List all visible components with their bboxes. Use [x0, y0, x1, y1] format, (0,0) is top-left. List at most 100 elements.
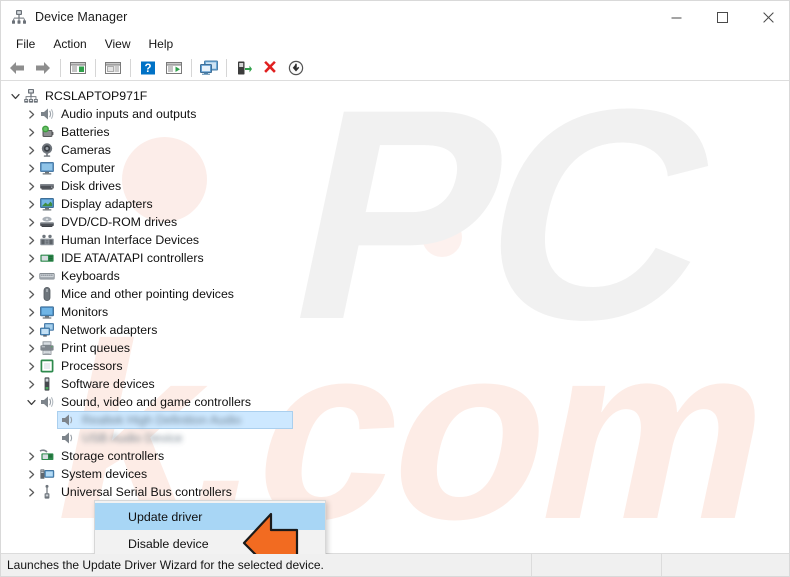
menu-help[interactable]: Help [140, 35, 183, 53]
tree-item-human-interface-devices[interactable]: Human Interface Devices [2, 231, 789, 249]
computer-root-icon [23, 88, 39, 104]
tree-item-disk-drives[interactable]: Disk drives [2, 177, 789, 195]
device-tree-pane[interactable]: PC k.com RCSLAPTOP971F Audio inputs and … [2, 82, 789, 554]
window-controls [653, 1, 789, 33]
chevron-right-icon[interactable] [24, 287, 39, 302]
close-button[interactable] [745, 1, 789, 33]
tree-item-audio-inputs-and-outputs[interactable]: Audio inputs and outputs [2, 105, 789, 123]
ctx-update-driver[interactable]: Update driver [95, 503, 325, 530]
chevron-right-icon[interactable] [24, 323, 39, 338]
chevron-right-icon[interactable] [24, 305, 39, 320]
toolbar-uninstall-button[interactable] [257, 56, 283, 80]
maximize-button[interactable] [699, 1, 745, 33]
status-bar: Launches the Update Driver Wizard for th… [1, 553, 789, 576]
chevron-right-icon[interactable] [24, 467, 39, 482]
window-title: Device Manager [35, 10, 128, 24]
tree-item-label: Cameras [61, 143, 111, 157]
help-icon: ? [141, 61, 155, 75]
chevron-right-icon[interactable] [24, 269, 39, 284]
keyboard-icon [39, 268, 55, 284]
toolbar-scan-hardware-button[interactable] [161, 56, 187, 80]
tree-item-label: Computer [61, 161, 115, 175]
tree-item-system-devices[interactable]: System devices [2, 465, 789, 483]
back-arrow-icon [10, 61, 24, 74]
device-manager-icon [11, 9, 27, 25]
tree-item-sound-video-and-game-controllers[interactable]: Sound, video and game controllers [2, 393, 789, 411]
chevron-right-icon[interactable] [24, 359, 39, 374]
toolbar-disable-device-button[interactable] [283, 56, 309, 80]
chevron-right-icon[interactable] [24, 485, 39, 500]
toolbar-update-driver-button[interactable] [231, 56, 257, 80]
chevron-right-icon[interactable] [24, 197, 39, 212]
context-menu[interactable]: Update driver Disable device Uninstall d… [94, 500, 326, 554]
tree-item-print-queues[interactable]: Print queues [2, 339, 789, 357]
battery-icon [39, 124, 55, 140]
status-bar-text: Launches the Update Driver Wizard for th… [7, 558, 324, 572]
speaker-icon [60, 430, 76, 446]
menu-file[interactable]: File [7, 35, 44, 53]
tree-item-dvd-cd-rom-drives[interactable]: DVD/CD-ROM drives [2, 213, 789, 231]
tree-item-mice-and-other-pointing-devices[interactable]: Mice and other pointing devices [2, 285, 789, 303]
status-bar-panel-1 [531, 553, 661, 576]
ctx-disable-device[interactable]: Disable device [95, 530, 325, 554]
show-hide-console-tree-icon [70, 61, 86, 74]
tree-item-network-adapters[interactable]: Network adapters [2, 321, 789, 339]
tree-item-universal-serial-bus-controllers[interactable]: Universal Serial Bus controllers [2, 483, 789, 501]
toolbar-display-button[interactable] [196, 56, 222, 80]
uninstall-device-icon [264, 60, 276, 73]
toolbar-forward-button[interactable] [30, 56, 56, 80]
tree-item-label: Print queues [61, 341, 131, 355]
tree-item-cameras[interactable]: Cameras [2, 141, 789, 159]
chevron-right-icon[interactable] [24, 143, 39, 158]
minimize-button[interactable] [653, 1, 699, 33]
tree-item-software-devices[interactable]: Software devices [2, 375, 789, 393]
chevron-down-icon[interactable] [8, 89, 23, 104]
toolbar-separator [191, 58, 192, 77]
tree-item-computer[interactable]: Computer [2, 159, 789, 177]
chevron-right-icon[interactable] [24, 233, 39, 248]
display-adapter-icon [39, 196, 55, 212]
tree-item-ide-ata-atapi-controllers[interactable]: IDE ATA/ATAPI controllers [2, 249, 789, 267]
tree-item-label: Human Interface Devices [61, 233, 200, 247]
svg-text:?: ? [144, 63, 151, 75]
tree-item-usb-audio-device[interactable]: USB Audio Device [2, 429, 789, 447]
chevron-right-icon[interactable] [24, 215, 39, 230]
chevron-right-icon[interactable] [24, 107, 39, 122]
chevron-right-icon[interactable] [24, 251, 39, 266]
printer-icon [39, 340, 55, 356]
tree-item-keyboards[interactable]: Keyboards [2, 267, 789, 285]
tree-item-label: Sound, video and game controllers [61, 395, 252, 409]
forward-arrow-icon [36, 61, 50, 74]
chevron-right-icon[interactable] [24, 341, 39, 356]
tree-root-item[interactable]: RCSLAPTOP971F [2, 87, 789, 105]
toolbar-help-button[interactable]: ? [135, 56, 161, 80]
tree-item-display-adapters[interactable]: Display adapters [2, 195, 789, 213]
chevron-right-icon[interactable] [24, 449, 39, 464]
toolbar-back-button[interactable] [4, 56, 30, 80]
chevron-right-icon[interactable] [24, 377, 39, 392]
toolbar-console-tree-button[interactable] [65, 56, 91, 80]
toolbar-separator [130, 58, 131, 77]
tree-item-label: Disk drives [61, 179, 122, 193]
chevron-right-icon[interactable] [24, 125, 39, 140]
chevron-down-icon[interactable] [24, 395, 39, 410]
scan-for-hardware-changes-icon [166, 61, 182, 74]
tree-item-processors[interactable]: Processors [2, 357, 789, 375]
maximize-icon [716, 11, 728, 23]
device-manager-window: Device Manager File Action View Help ? P… [0, 0, 790, 577]
tree-item-label: Software devices [61, 377, 155, 391]
minimize-icon [671, 17, 681, 18]
tree-item-storage-controllers[interactable]: Storage controllers [2, 447, 789, 465]
chevron-right-icon[interactable] [24, 161, 39, 176]
tree-item-monitors[interactable]: Monitors [2, 303, 789, 321]
status-bar-panel-2 [661, 553, 789, 576]
tree-item-batteries[interactable]: Batteries [2, 123, 789, 141]
toolbar-properties-button[interactable] [100, 56, 126, 80]
menu-view[interactable]: View [96, 35, 140, 53]
chevron-right-icon[interactable] [24, 179, 39, 194]
speaker-icon [39, 106, 55, 122]
monitor-icon [39, 160, 55, 176]
camera-icon [39, 142, 55, 158]
tree-item-selected-audio-device[interactable]: Realtek High Definition Audio [2, 411, 789, 429]
menu-action[interactable]: Action [44, 35, 95, 53]
